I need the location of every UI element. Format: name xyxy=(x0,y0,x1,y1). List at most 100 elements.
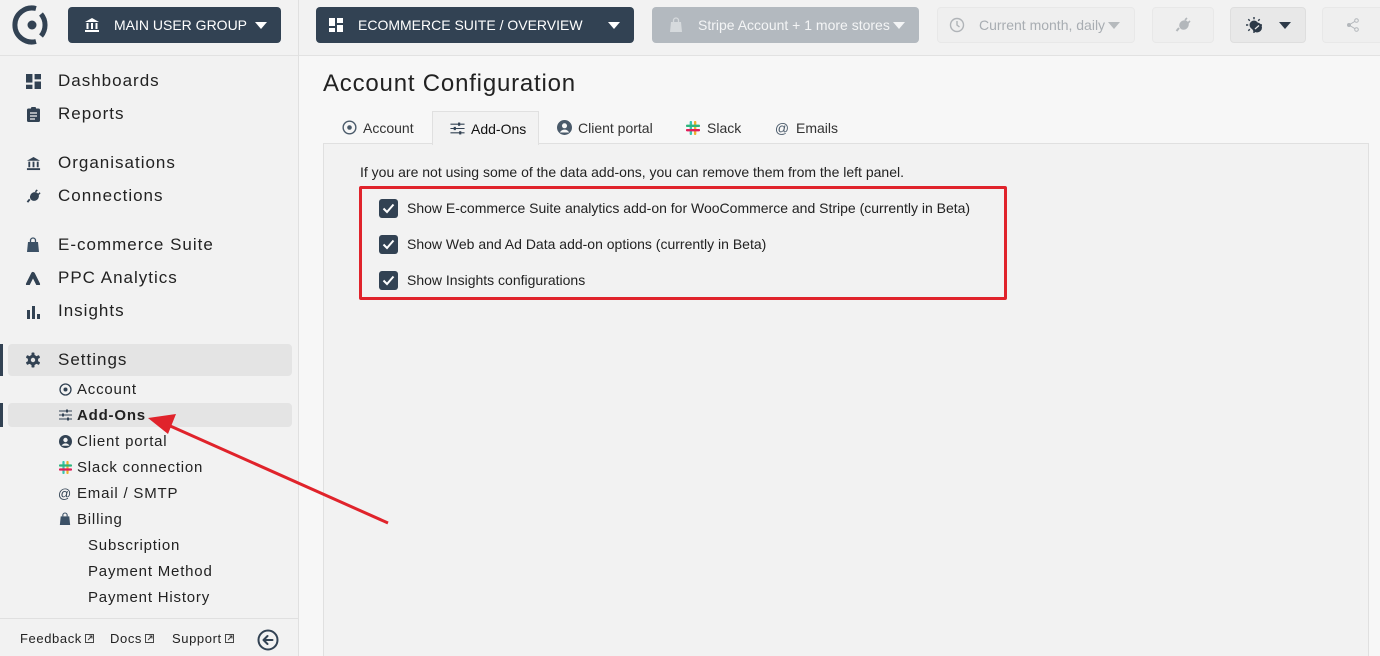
app-logo[interactable] xyxy=(11,4,53,46)
billing-sub-subscription[interactable]: Subscription xyxy=(88,533,180,557)
support-link[interactable]: Support xyxy=(172,631,234,646)
top-bar: MAIN USER GROUP ECOMMERCE SUITE / OVERVI… xyxy=(0,0,1380,56)
highlight-box: Show E-commerce Suite analytics add-on f… xyxy=(359,186,1007,300)
at-icon: @ xyxy=(774,119,790,136)
sidebar-item-settings[interactable]: Settings xyxy=(0,345,299,375)
settings-sub-client-portal[interactable]: Client portal xyxy=(58,429,167,453)
settings-sub-account[interactable]: Account xyxy=(58,377,137,401)
google-ads-icon xyxy=(24,269,42,287)
sidebar-item-label: Settings xyxy=(58,350,128,369)
tab-label: Client portal xyxy=(578,119,653,136)
user-circle-icon xyxy=(58,434,72,448)
tab-slack[interactable]: Slack xyxy=(685,111,741,144)
dashboard-icon xyxy=(328,17,344,33)
checkbox-checked[interactable] xyxy=(379,198,398,218)
active-indicator xyxy=(0,403,3,427)
tab-emails[interactable]: @ Emails xyxy=(774,111,838,144)
theme-button[interactable] xyxy=(1230,7,1306,43)
option-ecommerce-suite[interactable]: Show E-commerce Suite analytics add-on f… xyxy=(379,198,970,218)
support-label: Support xyxy=(172,631,222,646)
option-insights[interactable]: Show Insights configurations xyxy=(379,270,585,290)
sliders-icon xyxy=(58,408,72,422)
chevron-down-icon xyxy=(255,21,267,29)
feedback-link[interactable]: Feedback xyxy=(20,631,94,646)
plug-icon xyxy=(1175,17,1191,32)
date-range-selector[interactable]: Current month, daily xyxy=(937,7,1135,43)
chevron-down-icon xyxy=(893,21,905,29)
sidebar-item-organisations[interactable]: Organisations xyxy=(0,148,299,178)
store-selector-label: Stripe Account + 1 more stores xyxy=(698,17,890,33)
sub-item-label: Account xyxy=(77,380,137,398)
sub-item-label: Payment Method xyxy=(88,562,213,580)
option-web-and-ad-data[interactable]: Show Web and Ad Data add-on options (cur… xyxy=(379,234,766,254)
sub-item-label: Slack connection xyxy=(77,458,204,476)
tab-account[interactable]: Account xyxy=(341,111,414,144)
shopping-bag-icon xyxy=(58,512,72,526)
bank-icon xyxy=(24,154,42,172)
shopping-bag-icon xyxy=(668,17,684,33)
external-link-icon xyxy=(84,634,94,643)
arrow-left-circle-icon[interactable] xyxy=(257,629,279,651)
theme-toggle-icon xyxy=(1246,17,1262,33)
tab-label: Add-Ons xyxy=(471,120,527,137)
sub-item-label: Add-Ons xyxy=(77,406,146,424)
dashboard-selector-label: ECOMMERCE SUITE / OVERVIEW xyxy=(358,17,583,33)
billing-sub-payment-method[interactable]: Payment Method xyxy=(88,559,213,583)
sidebar-item-label: Reports xyxy=(58,104,125,123)
sidebar-item-label: PPC Analytics xyxy=(58,268,178,287)
external-link-icon xyxy=(224,634,234,643)
sidebar-item-insights[interactable]: Insights xyxy=(0,296,299,326)
share-icon xyxy=(1346,18,1359,32)
sidebar-item-ppc-analytics[interactable]: PPC Analytics xyxy=(0,263,299,293)
target-icon xyxy=(341,120,357,136)
docs-link[interactable]: Docs xyxy=(110,631,154,646)
settings-sub-email-smtp[interactable]: @ Email / SMTP xyxy=(58,481,178,505)
chevron-down-icon xyxy=(1279,21,1291,29)
info-text: If you are not using some of the data ad… xyxy=(360,164,904,180)
active-item-background xyxy=(8,403,292,427)
settings-sub-add-ons[interactable]: Add-Ons xyxy=(58,403,146,427)
settings-sub-billing[interactable]: Billing xyxy=(58,507,123,531)
gear-icon xyxy=(24,351,42,369)
sidebar-item-label: Organisations xyxy=(58,153,176,172)
sidebar-item-dashboards[interactable]: Dashboards xyxy=(0,66,299,96)
settings-sub-slack-connection[interactable]: Slack connection xyxy=(58,455,203,479)
feedback-label: Feedback xyxy=(20,631,82,646)
settings-tabs: Account Add-Ons Client portal Slack @ Em… xyxy=(323,111,1369,145)
store-selector[interactable]: Stripe Account + 1 more stores xyxy=(652,7,919,43)
sidebar-item-label: Connections xyxy=(58,186,164,205)
connection-button[interactable] xyxy=(1152,7,1214,43)
tab-add-ons[interactable]: Add-Ons xyxy=(432,111,539,145)
sidebar-item-reports[interactable]: Reports xyxy=(0,99,299,129)
docs-label: Docs xyxy=(110,631,143,646)
sidebar-item-label: Insights xyxy=(58,301,125,320)
sidebar-item-label: E-commerce Suite xyxy=(58,235,214,254)
billing-sub-payment-history[interactable]: Payment History xyxy=(88,585,210,609)
page-title: Account Configuration xyxy=(323,70,576,97)
chevron-down-icon xyxy=(1108,21,1120,29)
tab-label: Slack xyxy=(707,119,742,136)
sliders-icon xyxy=(449,121,465,137)
group-selector[interactable]: MAIN USER GROUP xyxy=(68,7,281,43)
sub-item-label: Client portal xyxy=(77,432,168,450)
divider xyxy=(298,0,299,56)
sidebar-item-connections[interactable]: Connections xyxy=(0,181,299,211)
checkbox-checked[interactable] xyxy=(379,234,398,254)
external-link-icon xyxy=(145,634,154,643)
sub-item-label: Payment History xyxy=(88,588,211,606)
add-ons-panel: If you are not using some of the data ad… xyxy=(323,143,1369,656)
sub-item-label: Email / SMTP xyxy=(77,484,179,502)
slack-icon xyxy=(58,460,72,474)
clock-icon xyxy=(949,17,965,33)
checkbox-checked[interactable] xyxy=(379,270,398,290)
sidebar-item-label: Dashboards xyxy=(58,71,160,90)
date-range-label: Current month, daily xyxy=(979,17,1106,33)
dashboard-selector[interactable]: ECOMMERCE SUITE / OVERVIEW xyxy=(316,7,634,43)
share-button[interactable] xyxy=(1322,7,1380,43)
sidebar-item-ecommerce-suite[interactable]: E-commerce Suite xyxy=(0,230,299,260)
main-content: Account Configuration Account Add-Ons Cl… xyxy=(299,56,1380,656)
tab-client-portal[interactable]: Client portal xyxy=(556,111,653,144)
sub-item-label: Billing xyxy=(77,510,123,528)
plug-icon xyxy=(24,187,42,205)
sub-item-label: Subscription xyxy=(88,536,181,554)
